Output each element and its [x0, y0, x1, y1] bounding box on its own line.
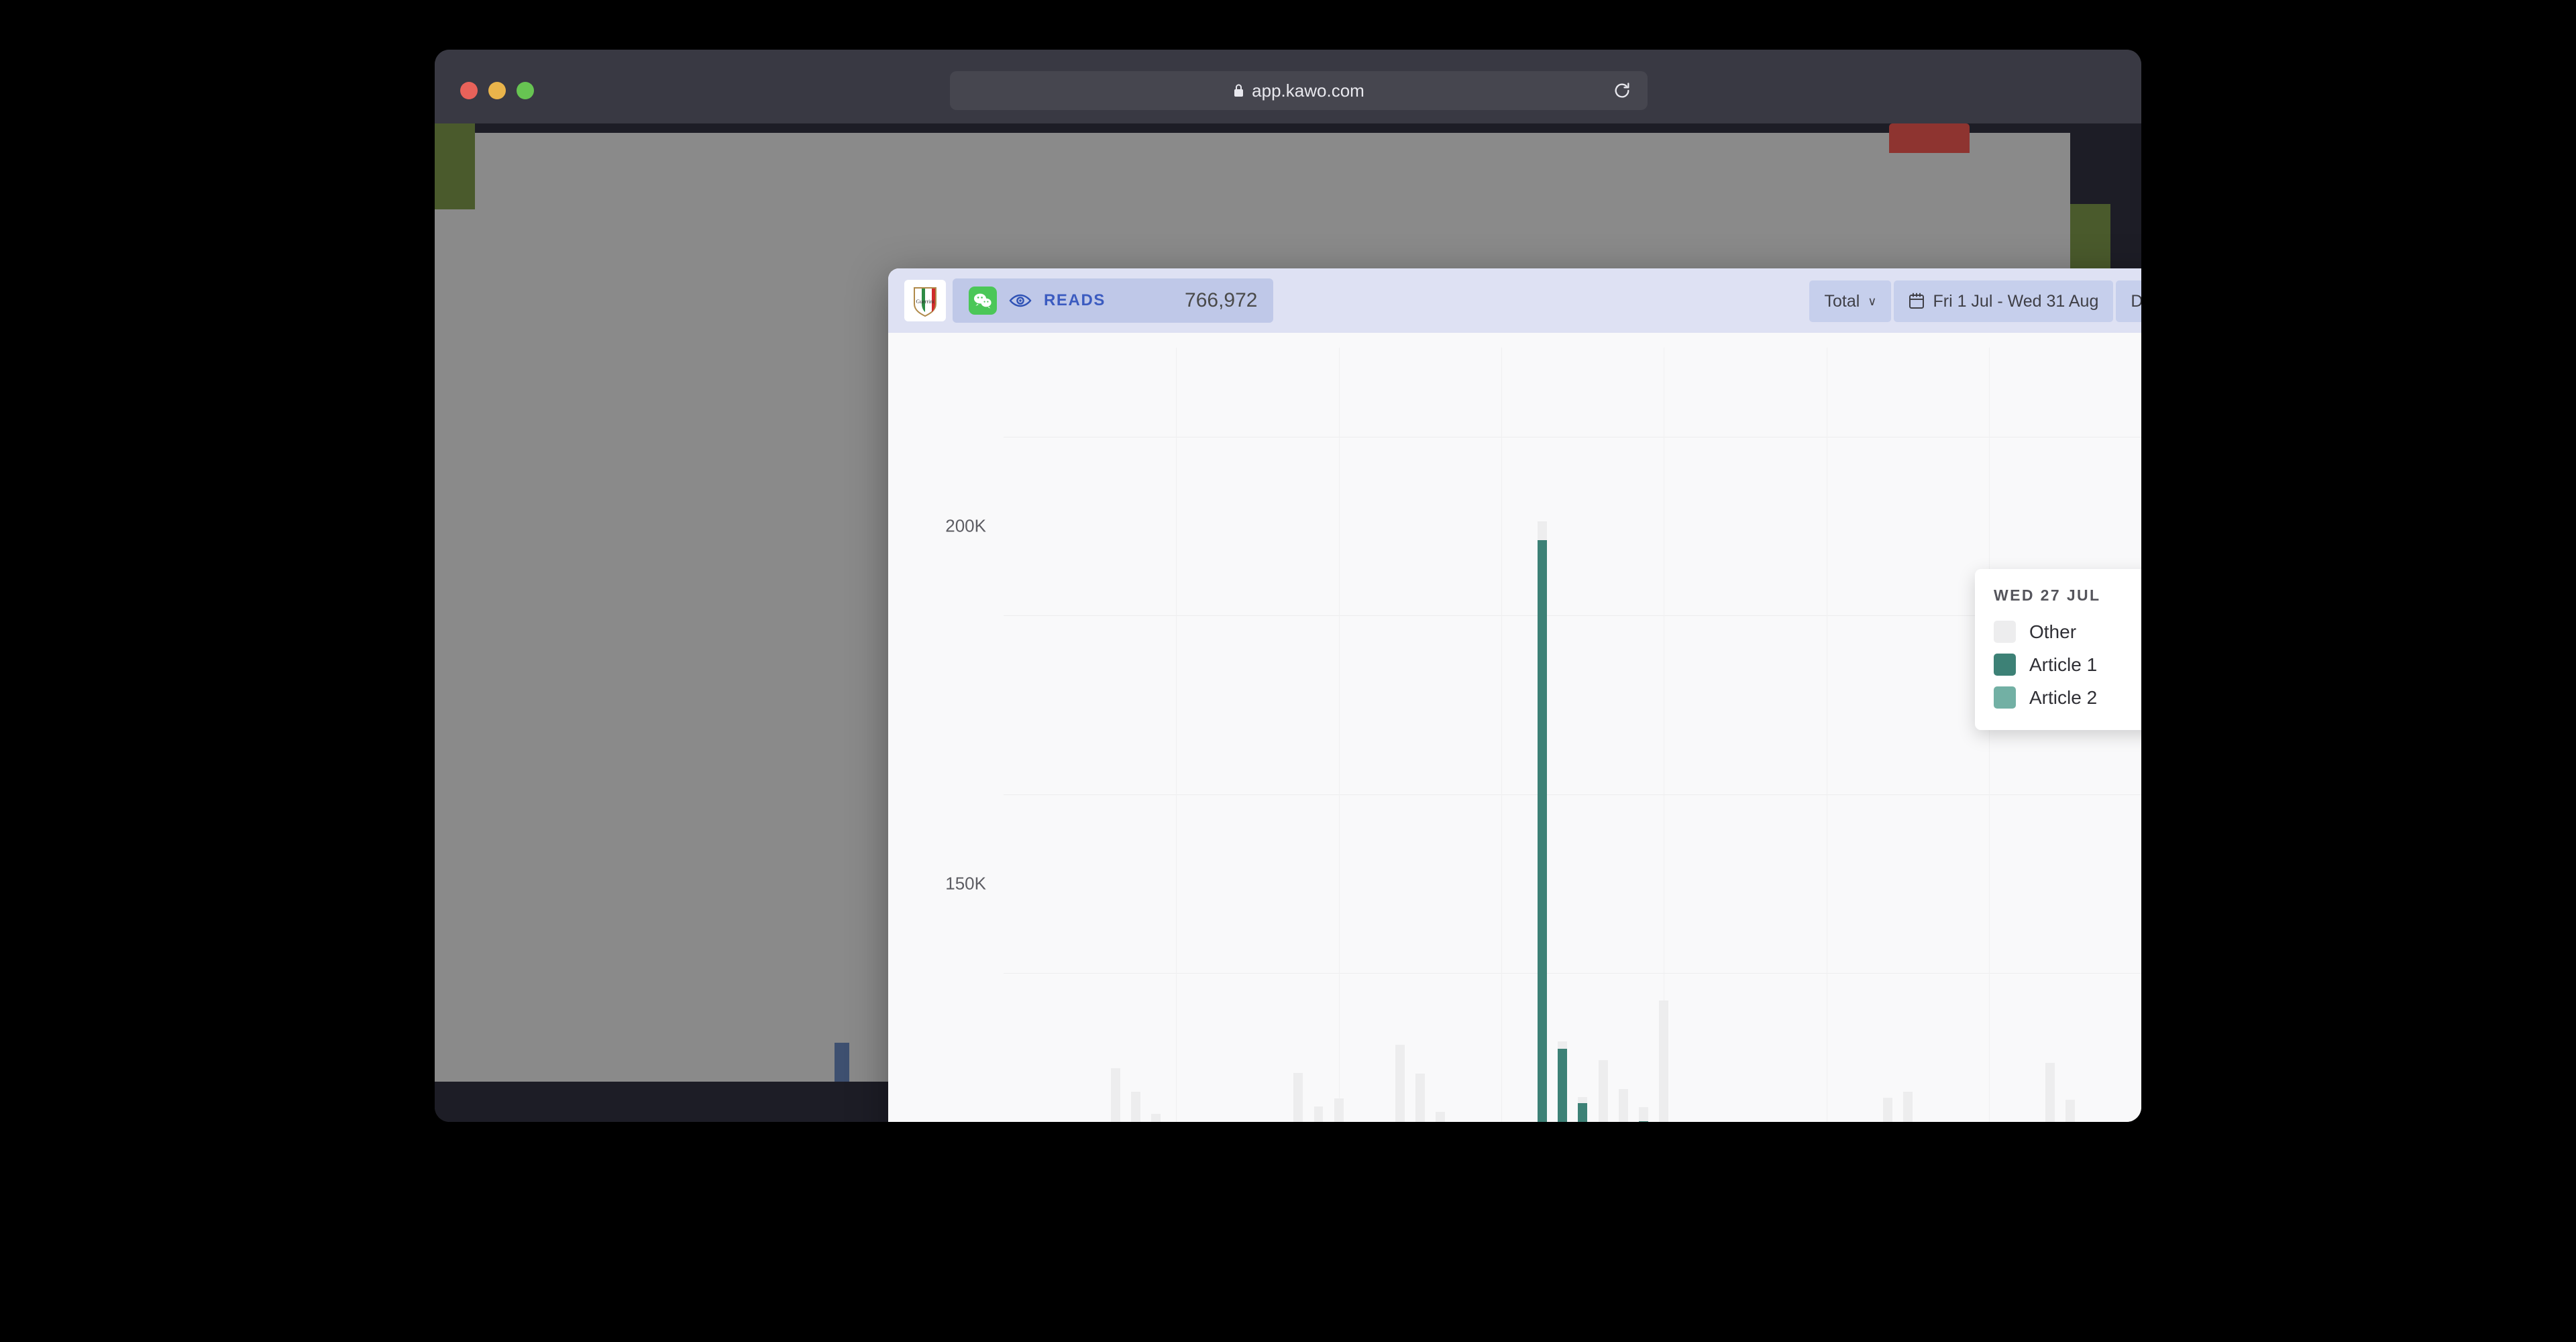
- total-dropdown[interactable]: Total ∨: [1809, 280, 1892, 322]
- tooltip-label-other: Other: [2029, 621, 2077, 642]
- chart-gridline: 100K: [1004, 794, 2141, 795]
- chart-bar[interactable]: [1293, 1072, 1303, 1122]
- date-range-picker[interactable]: Fri 1 Jul - Wed 31 Aug: [1894, 280, 2114, 322]
- chart-bar[interactable]: [1598, 1060, 1608, 1122]
- granularity-dropdown[interactable]: Daily ∨: [2116, 280, 2141, 322]
- background-bottom-marker: [835, 1043, 849, 1082]
- chart-bar-segment-other: [1313, 1106, 1324, 1122]
- browser-window: app.kawo.com Guerrini READS 766,972 Tota…: [435, 50, 2141, 1122]
- chart-bar[interactable]: [1639, 1107, 1649, 1122]
- metric-summary-pill[interactable]: READS 766,972: [953, 278, 1274, 323]
- date-range-label: Fri 1 Jul - Wed 31 Aug: [1933, 291, 2099, 311]
- chart-bar-segment-article-1: [1537, 539, 1547, 1122]
- chart-bar-segment-other: [1293, 1072, 1303, 1122]
- chart-bar[interactable]: [1130, 1091, 1140, 1122]
- chart-bar-segment-other: [1578, 1097, 1588, 1104]
- chart-gridline: 50K: [1004, 972, 2141, 974]
- tooltip-swatch-article-1: [1994, 654, 2016, 676]
- tooltip-row-article-1: Article 1 167,322: [1994, 648, 2141, 681]
- background-sidebar-top: [435, 123, 475, 209]
- chart-bar[interactable]: [1618, 1088, 1628, 1122]
- chart-bar[interactable]: [1902, 1091, 1913, 1122]
- tooltip-date: WED 27 JUL: [1994, 586, 2101, 604]
- chart-vertical-gridline: [1989, 348, 1990, 1122]
- chart-bar-segment-other: [1395, 1044, 1405, 1122]
- chart-bar-segment-other: [1639, 1107, 1649, 1121]
- chart-vertical-gridline: [1176, 348, 1177, 1122]
- chevron-down-icon: ∨: [1868, 294, 1877, 308]
- url-text: app.kawo.com: [1252, 80, 1364, 101]
- chart-gridline: 150K: [945, 615, 2141, 893]
- chart-bar[interactable]: [1558, 1041, 1567, 1122]
- calendar-icon: [1909, 293, 1925, 309]
- svg-text:Guerrini: Guerrini: [916, 299, 934, 305]
- reload-icon[interactable]: [1613, 81, 1631, 100]
- chart-bar-segment-other: [2065, 1099, 2076, 1122]
- window-minimize-button[interactable]: [488, 82, 506, 99]
- chart-vertical-gridline: [1338, 348, 1340, 1122]
- y-axis-tick-0: 200K: [945, 515, 986, 536]
- tooltip-label-article-1: Article 1: [2029, 654, 2098, 675]
- chart-bar[interactable]: [1110, 1068, 1120, 1122]
- chart-bar[interactable]: [1313, 1106, 1324, 1122]
- tooltip-row-other: Other 89,760: [1994, 615, 2141, 648]
- chart-bar[interactable]: [2045, 1062, 2055, 1122]
- background-sidebar: [435, 209, 475, 1082]
- chart-bar[interactable]: [1882, 1098, 1892, 1122]
- chart-bar[interactable]: [1537, 521, 1547, 1122]
- chart-bar-segment-other: [1598, 1060, 1608, 1122]
- tooltip-label-article-2: Article 2: [2029, 686, 2098, 708]
- chart-bar-segment-article-1: [1578, 1103, 1588, 1122]
- chart-tooltip: WED 27 JUL Other 89,760 Article 1 167,32…: [1975, 569, 2141, 730]
- chart-bar[interactable]: [1151, 1114, 1161, 1122]
- granularity-label: Daily: [2131, 291, 2141, 311]
- chart-bar-segment-article-1: [1639, 1121, 1649, 1122]
- browser-chrome: app.kawo.com: [435, 50, 2141, 123]
- chart-bar[interactable]: [1436, 1112, 1446, 1122]
- chart-bar[interactable]: [1395, 1044, 1405, 1122]
- chart-bar-segment-other: [1659, 1000, 1669, 1122]
- chart-bar[interactable]: [2065, 1099, 2076, 1122]
- background-red-chip: [1889, 123, 1970, 153]
- wechat-icon: [969, 287, 997, 315]
- modal-toolbar: Total ∨ Fri 1 Jul - Wed 31 Aug Daily: [1809, 280, 2141, 322]
- chart-bar-segment-other: [1130, 1091, 1140, 1122]
- chart-bar-segment-other: [1436, 1112, 1446, 1122]
- chart-plot[interactable]: 200K 150K 100K 50K: [945, 348, 2141, 1122]
- chart-vertical-gridline: [1501, 348, 1503, 1122]
- y-axis-tick-1: 150K: [945, 873, 986, 894]
- address-bar[interactable]: app.kawo.com: [950, 71, 1648, 110]
- tooltip-swatch-other: [1994, 621, 2016, 643]
- background-right-edge: [2110, 123, 2141, 224]
- chart-bar-segment-article-1: [1558, 1048, 1567, 1122]
- metric-label: READS: [1044, 291, 1106, 309]
- chart-bar-segment-other: [1110, 1068, 1120, 1122]
- chart-bar-segment-other: [1537, 521, 1547, 540]
- modal-header: Guerrini READS 766,972 Total ∨ Fri 1 Jul…: [888, 268, 2141, 333]
- chart-bar[interactable]: [1578, 1097, 1588, 1122]
- eye-icon: [1009, 294, 1032, 307]
- chart-bar[interactable]: [1415, 1073, 1425, 1122]
- page-content-dimmed: Guerrini READS 766,972 Total ∨ Fri 1 Jul…: [435, 123, 2141, 1122]
- chart-bar-segment-other: [1882, 1098, 1892, 1122]
- chart-bar-segment-other: [1151, 1114, 1161, 1122]
- window-maximize-button[interactable]: [517, 82, 534, 99]
- chart-bar-segment-other: [1902, 1091, 1913, 1122]
- metric-detail-modal: Guerrini READS 766,972 Total ∨ Fri 1 Jul…: [888, 268, 2141, 1122]
- chart-bar-segment-other: [1415, 1073, 1425, 1122]
- team-crest-logo: Guerrini: [904, 280, 946, 321]
- metric-value: 766,972: [1185, 289, 1258, 311]
- chart-bar-segment-other: [1334, 1098, 1344, 1122]
- chart-bar[interactable]: [1659, 1000, 1669, 1122]
- chart-area: 200K150K100K50K Jul 9Jul 17Jul 25Aug 2Au…: [888, 333, 2141, 1122]
- chart-bar[interactable]: [1334, 1098, 1344, 1122]
- chart-bar-segment-other: [1618, 1088, 1628, 1122]
- total-dropdown-label: Total: [1824, 291, 1860, 311]
- chart-bar-segment-other: [1558, 1041, 1567, 1049]
- tooltip-swatch-article-2: [1994, 686, 2016, 709]
- lock-icon: [1234, 84, 1244, 97]
- window-close-button[interactable]: [460, 82, 478, 99]
- chart-bar-segment-other: [2045, 1062, 2055, 1122]
- tooltip-row-article-2: Article 2 3,798: [1994, 681, 2141, 714]
